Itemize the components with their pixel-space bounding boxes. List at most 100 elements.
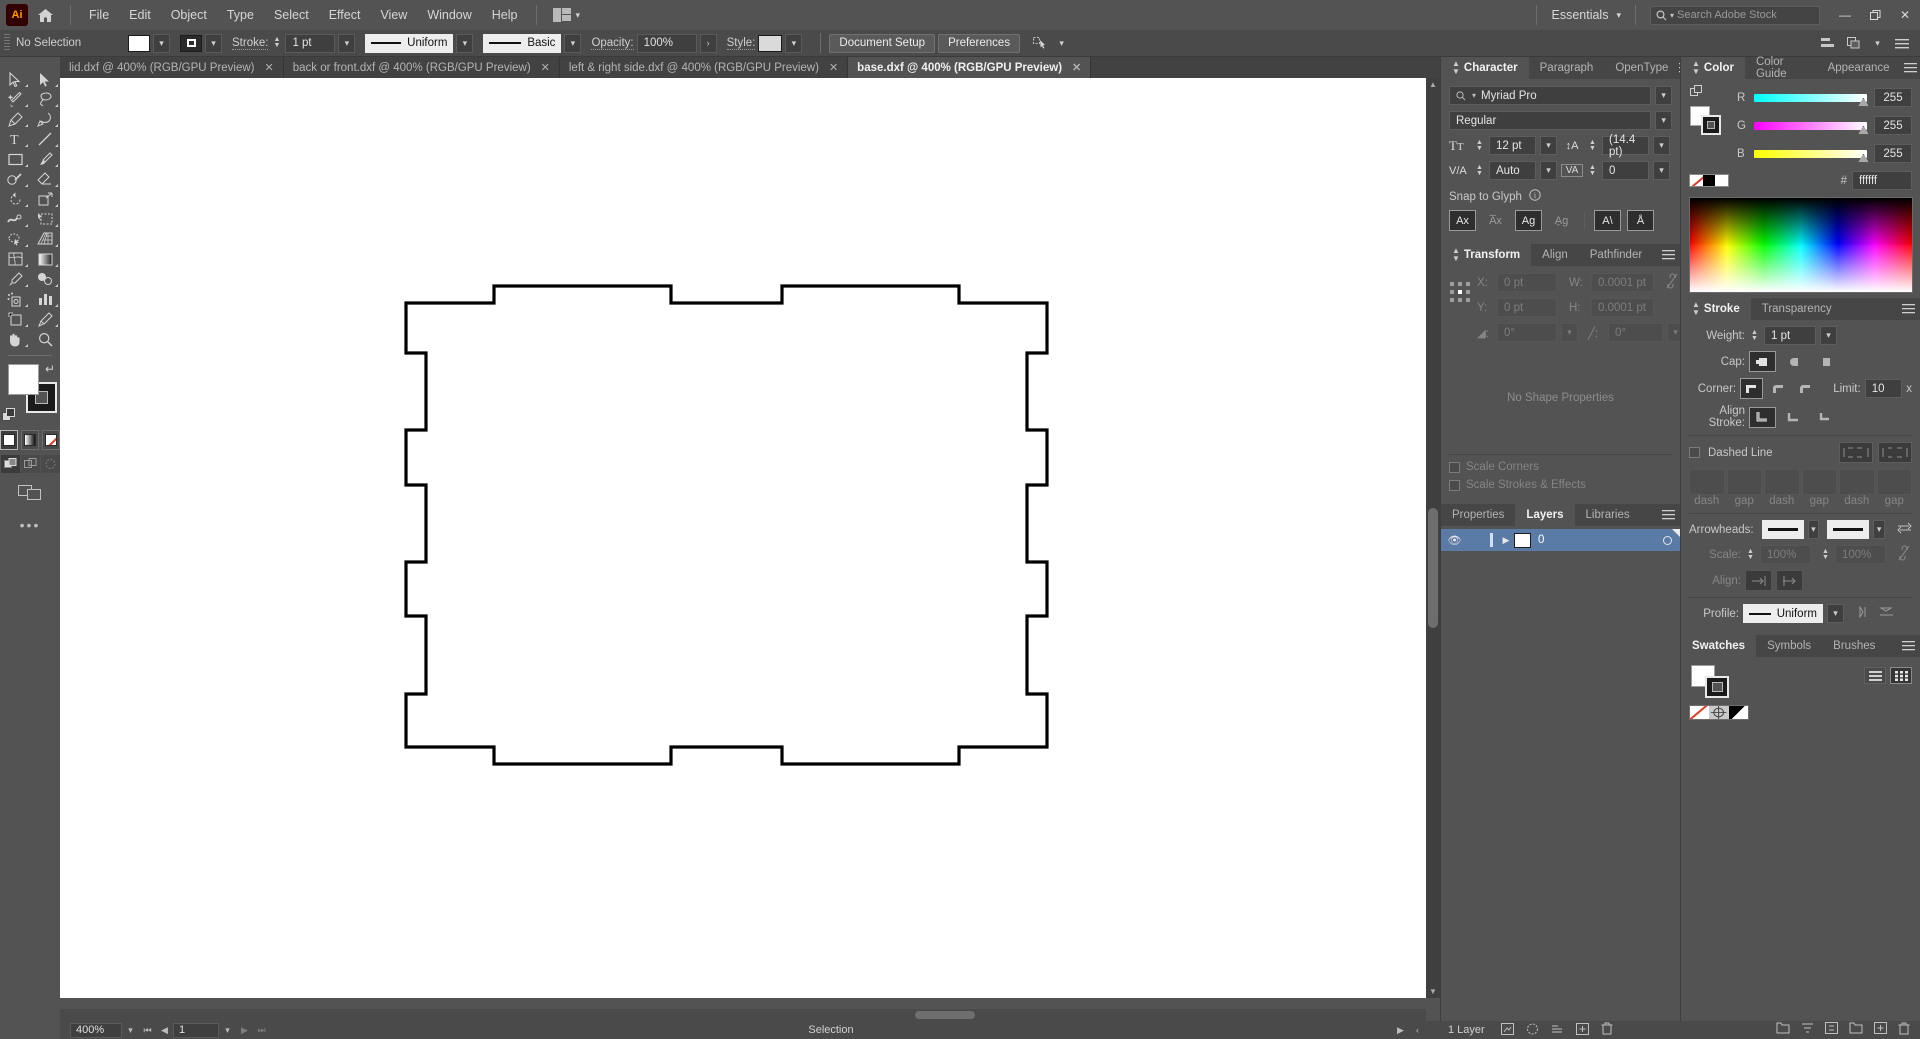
tab-brushes[interactable]: Brushes <box>1822 635 1887 657</box>
snap-glyph-angle-button[interactable]: A\ <box>1594 210 1621 231</box>
arrowhead-start-dropdown[interactable]: ▾ <box>1807 520 1820 539</box>
stroke-dropdown[interactable]: ▾ <box>205 33 222 53</box>
round-join-button[interactable] <box>1767 378 1790 399</box>
arrowhead-end-select[interactable] <box>1827 520 1870 539</box>
slice-tool[interactable] <box>30 309 60 329</box>
show-swatch-kinds-icon[interactable] <box>1801 1022 1814 1038</box>
eyedropper-tool[interactable] <box>0 269 30 289</box>
graphic-style-dropdown[interactable]: ▾ <box>785 33 803 53</box>
curvature-tool[interactable] <box>30 109 60 129</box>
scale-end-input[interactable]: 100% <box>1835 545 1886 564</box>
last-artboard-icon[interactable]: ⏭ <box>253 1022 270 1038</box>
locate-object-icon[interactable] <box>1500 1022 1514 1038</box>
hex-input[interactable]: ffffff <box>1852 171 1912 190</box>
scale-start-input[interactable]: 100% <box>1760 545 1811 564</box>
swatch-libraries-icon[interactable] <box>1776 1022 1790 1038</box>
artboard-number-input[interactable]: 1 <box>173 1022 219 1038</box>
tab-color[interactable]: ▲ ▼ Color <box>1681 57 1745 79</box>
symbol-sprayer-tool[interactable] <box>0 289 30 309</box>
scale-strokes-checkbox[interactable] <box>1449 479 1460 491</box>
close-icon[interactable]: ✕ <box>1072 61 1081 74</box>
shaper-tool[interactable] <box>0 169 30 189</box>
panel-menu-icon[interactable] <box>1892 33 1912 53</box>
new-swatch-icon[interactable] <box>1874 1022 1887 1038</box>
base-dxf-outline-path[interactable] <box>404 284 1049 766</box>
draw-normal-mode[interactable] <box>0 455 20 473</box>
layer-row-0[interactable]: 👁 ▶ 0 <box>1441 529 1680 551</box>
artboard[interactable] <box>60 78 1426 998</box>
tab-appearance[interactable]: Appearance <box>1816 57 1901 79</box>
tab-align[interactable]: Align <box>1531 244 1579 266</box>
zoom-tool[interactable] <box>30 329 60 349</box>
make-clipping-mask-icon[interactable] <box>1526 1023 1539 1038</box>
arrange-dropdown-icon[interactable]: ▾ <box>1869 34 1886 53</box>
profile-select[interactable]: Uniform <box>1743 604 1823 623</box>
r-slider[interactable] <box>1754 93 1869 107</box>
g-input[interactable]: 255 <box>1874 116 1912 135</box>
home-icon[interactable] <box>28 0 62 30</box>
select-similar-icon[interactable] <box>1030 33 1050 53</box>
fill-color-swatch[interactable] <box>8 364 39 395</box>
info-icon[interactable]: i <box>1529 189 1541 204</box>
constrain-proportions-icon[interactable] <box>1666 273 1678 292</box>
eraser-tool[interactable] <box>30 169 60 189</box>
align-arrowhead-to-end-button[interactable] <box>1745 570 1772 591</box>
align-inside-stroke-button[interactable] <box>1780 407 1807 428</box>
limit-input[interactable]: 10 <box>1864 379 1903 398</box>
stroke-weight-input[interactable]: 1 pt <box>285 33 336 53</box>
rectangle-tool[interactable] <box>0 149 30 169</box>
delete-layer-icon[interactable] <box>1601 1022 1613 1038</box>
tab-color-guide[interactable]: Color Guide <box>1744 56 1817 80</box>
menu-help[interactable]: Help <box>482 4 528 26</box>
delete-swatch-icon[interactable] <box>1898 1022 1910 1038</box>
tab-pathfinder[interactable]: Pathfinder <box>1578 244 1654 266</box>
align-outside-stroke-button[interactable] <box>1811 407 1838 428</box>
tab-character[interactable]: ▲ ▼ Character <box>1441 57 1529 79</box>
menu-file[interactable]: File <box>79 4 119 26</box>
minimize-button[interactable]: — <box>1830 1 1860 30</box>
close-icon[interactable]: ✕ <box>265 61 274 74</box>
draw-inside-mode[interactable] <box>40 455 60 473</box>
scale-corners-checkbox[interactable] <box>1449 461 1460 473</box>
swatches-list-view-button[interactable] <box>1864 667 1886 684</box>
b-slider[interactable] <box>1754 149 1869 163</box>
arrowhead-start-select[interactable] <box>1761 520 1804 539</box>
mesh-tool[interactable] <box>0 249 30 269</box>
menu-effect[interactable]: Effect <box>319 4 371 26</box>
zoom-dropdown-icon[interactable]: ▾ <box>122 1022 139 1038</box>
graphic-style-swatch[interactable] <box>758 34 783 52</box>
swatches-fill-stroke-proxy[interactable] <box>1691 665 1743 699</box>
shear-input[interactable]: 0° <box>1608 323 1663 342</box>
scroll-up-icon[interactable]: ▲ <box>1429 80 1437 89</box>
transform-panel-menu-icon[interactable] <box>1656 244 1680 266</box>
line-segment-tool[interactable] <box>30 129 60 149</box>
draw-behind-mode[interactable] <box>20 455 40 473</box>
snap-glyph-em-button[interactable]: Ag <box>1515 210 1542 231</box>
horizontal-scrollbar[interactable] <box>60 1009 1426 1021</box>
x-input[interactable]: 0 pt <box>1497 273 1557 292</box>
menu-window[interactable]: Window <box>417 4 481 26</box>
tab-transparency[interactable]: Transparency <box>1750 298 1843 320</box>
round-cap-button[interactable] <box>1780 351 1807 372</box>
font-size-dropdown[interactable]: ▾ <box>1540 136 1557 155</box>
free-transform-tool[interactable] <box>30 209 60 229</box>
dashed-line-checkbox[interactable] <box>1689 447 1700 458</box>
create-sublayer-icon[interactable] <box>1551 1023 1564 1038</box>
y-input[interactable]: 0 pt <box>1497 298 1557 317</box>
tab-layers[interactable]: Layers <box>1515 504 1575 526</box>
menu-object[interactable]: Object <box>161 4 217 26</box>
black-swatch[interactable] <box>1702 175 1716 186</box>
color-spectrum[interactable] <box>1689 197 1913 293</box>
tab-transform[interactable]: ▲ ▼ Transform <box>1441 244 1532 266</box>
w-input[interactable]: 0.0001 pt <box>1591 273 1654 292</box>
tab-symbols[interactable]: Symbols <box>1756 635 1823 657</box>
dash-input-1[interactable] <box>1689 469 1725 495</box>
color-mode-none[interactable] <box>42 430 60 450</box>
target-indicator-icon[interactable] <box>1663 535 1672 545</box>
tab-libraries[interactable]: Libraries <box>1574 504 1641 526</box>
stroke-weight-dropdown[interactable]: ▾ <box>338 33 356 53</box>
weight-stepper[interactable]: ▲ ▼ <box>1749 326 1760 345</box>
align-icon[interactable] <box>1817 33 1837 53</box>
font-family-input[interactable]: ▾ Myriad Pro <box>1449 86 1652 105</box>
flip-profile-horizontal-icon[interactable] <box>1855 605 1870 621</box>
